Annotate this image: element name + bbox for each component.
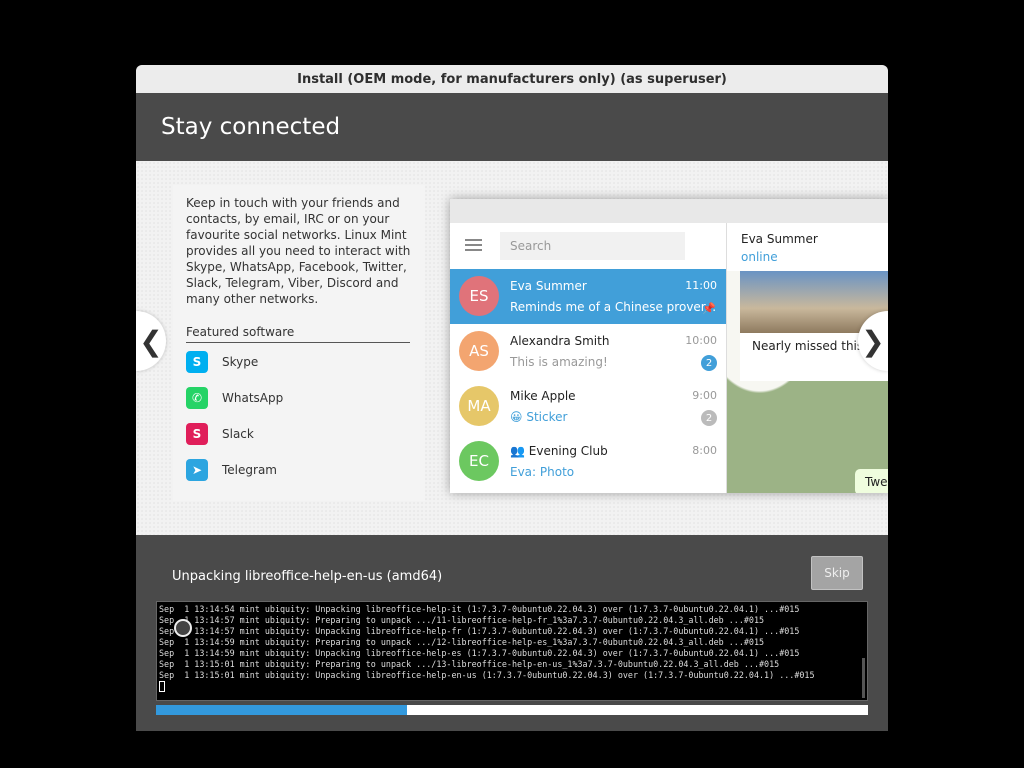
conversation-header: Eva Summer online [727, 223, 888, 271]
software-item-whatsapp: ✆ WhatsApp [186, 387, 283, 409]
chat-item: AS Alexandra Smith 10:00 This is amazing… [450, 324, 726, 379]
install-status: Unpacking libreoffice-help-en-us (amd64) [172, 569, 443, 584]
busy-cursor-icon [174, 619, 192, 637]
page-title: Stay connected [136, 93, 888, 161]
info-card: Keep in touch with your friends and cont… [173, 185, 425, 501]
software-label: Slack [222, 427, 254, 441]
slideshow: Keep in touch with your friends and cont… [136, 161, 888, 535]
previous-slide-button[interactable]: ❮ [136, 311, 166, 371]
software-item-telegram: ➤ Telegram [186, 459, 277, 481]
slide-description: Keep in touch with your friends and cont… [186, 196, 411, 306]
search-input: Search [500, 232, 685, 260]
chat-time: 10:00 [685, 334, 717, 347]
chat-name: 👥 Evening Club [510, 444, 608, 458]
chat-item: ES Eva Summer 11:00 Reminds me of a Chin… [450, 269, 726, 324]
featured-software-title: Featured software [186, 325, 410, 343]
message-bubble: Twe [855, 469, 888, 493]
chat-message: 😀 Sticker [510, 410, 568, 424]
telegram-screenshot: Search ES Eva Summer 11:00 Reminds me of… [450, 199, 888, 493]
progress-fill [156, 705, 408, 715]
chat-item: EC 👥 Evening Club 8:00 Eva: Photo [450, 434, 726, 489]
chat-item: MA Mike Apple 9:00 😀 Sticker 2 [450, 379, 726, 434]
chat-time: 11:00 [685, 279, 717, 292]
install-progress-area: Unpacking libreoffice-help-en-us (amd64)… [136, 535, 888, 731]
skip-button[interactable]: Skip [811, 556, 863, 590]
avatar: AS [459, 331, 499, 371]
avatar: MA [459, 386, 499, 426]
software-item-slack: S Slack [186, 423, 254, 445]
software-label: Telegram [222, 463, 277, 477]
pin-icon: 📌 [702, 301, 716, 315]
telegram-icon: ➤ [186, 459, 208, 481]
avatar: ES [459, 276, 499, 316]
contact-name: Eva Summer [741, 232, 818, 246]
install-log-terminal: Sep 1 13:14:54 mint ubiquity: Unpacking … [156, 601, 868, 701]
progress-bar [156, 705, 868, 715]
software-label: WhatsApp [222, 391, 284, 405]
log-text: Sep 1 13:14:54 mint ubiquity: Unpacking … [159, 604, 815, 680]
menu-icon [465, 239, 482, 254]
unread-badge: 2 [701, 355, 717, 371]
chat-message: Eva: Photo [510, 465, 575, 479]
window-title: Install (OEM mode, for manufacturers onl… [136, 65, 888, 93]
chat-message: Reminds me of a Chinese prover... [510, 300, 717, 314]
installer-window: Install (OEM mode, for manufacturers onl… [136, 65, 888, 731]
software-item-skype: S Skype [186, 351, 258, 373]
avatar: EC [459, 441, 499, 481]
whatsapp-icon: ✆ [186, 387, 208, 409]
chat-list-panel: Search ES Eva Summer 11:00 Reminds me of… [450, 223, 727, 493]
terminal-cursor [159, 681, 165, 692]
unread-badge: 2 [701, 410, 717, 426]
chat-name: Alexandra Smith [510, 334, 610, 348]
contact-status: online [741, 250, 778, 264]
chat-name: Mike Apple [510, 389, 576, 403]
terminal-scrollbar[interactable] [862, 658, 865, 698]
chat-time: 8:00 [692, 444, 717, 457]
chat-time: 9:00 [692, 389, 717, 402]
slack-icon: S [186, 423, 208, 445]
software-label: Skype [222, 355, 259, 369]
skype-icon: S [186, 351, 208, 373]
telegram-titlebar [450, 199, 888, 223]
chat-message: This is amazing! [510, 355, 608, 369]
chat-name: Eva Summer [510, 279, 587, 293]
